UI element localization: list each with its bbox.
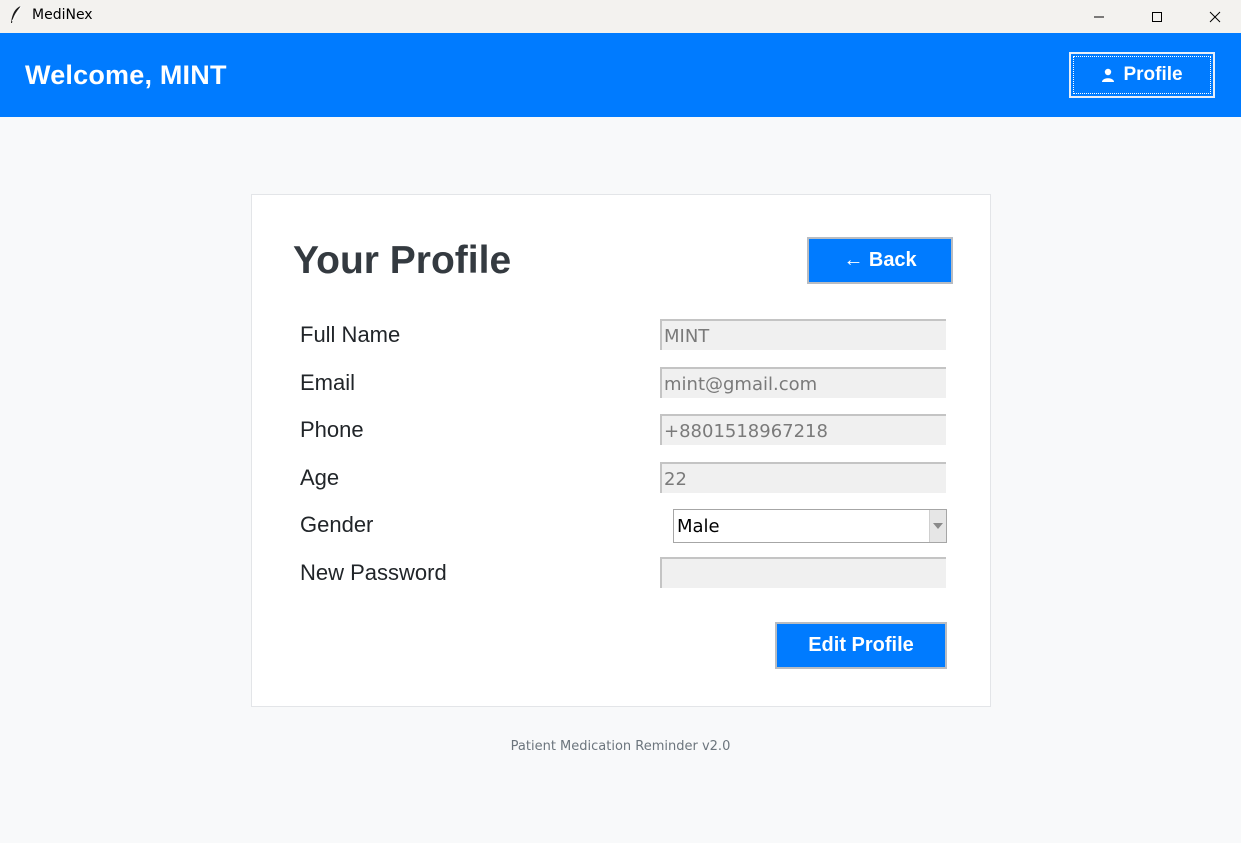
edit-profile-button[interactable]: Edit Profile xyxy=(775,622,947,669)
gender-value: Male xyxy=(677,515,720,537)
window-titlebar: MediNex xyxy=(0,0,1241,33)
maximize-icon xyxy=(1152,11,1162,22)
window-title: MediNex xyxy=(32,7,93,23)
full-name-label: Full Name xyxy=(300,322,401,347)
new-password-input[interactable] xyxy=(660,557,946,588)
email-label: Email xyxy=(300,370,356,395)
app-header: Welcome, MINT Profile xyxy=(0,33,1241,117)
dropdown-arrow-icon[interactable] xyxy=(929,510,946,542)
footer-version: Patient Medication Reminder v2.0 xyxy=(510,739,731,754)
page-title: Your Profile xyxy=(293,239,512,282)
profile-button[interactable]: Profile xyxy=(1069,52,1215,98)
new-password-label: New Password xyxy=(300,560,447,585)
phone-label: Phone xyxy=(300,417,364,442)
profile-button-label: Profile xyxy=(1123,64,1183,85)
back-button[interactable]: ← Back xyxy=(807,237,953,284)
profile-card: Your Profile ← Back Full Name MINT Email… xyxy=(251,194,991,707)
close-icon xyxy=(1209,11,1221,22)
email-input[interactable]: mint@gmail.com xyxy=(660,367,946,398)
age-label: Age xyxy=(300,465,340,490)
full-name-input[interactable]: MINT xyxy=(660,319,946,350)
gender-select[interactable]: Male xyxy=(673,509,947,543)
user-icon xyxy=(1101,66,1115,88)
gender-label: Gender xyxy=(300,512,374,537)
age-input[interactable]: 22 xyxy=(660,462,946,493)
close-button[interactable] xyxy=(1186,0,1241,33)
minimize-button[interactable] xyxy=(1070,0,1128,33)
feather-icon xyxy=(9,5,23,25)
maximize-button[interactable] xyxy=(1128,0,1186,33)
minimize-icon xyxy=(1094,16,1104,17)
phone-input[interactable]: +8801518967218 xyxy=(660,414,946,445)
welcome-message: Welcome, MINT xyxy=(25,60,227,90)
